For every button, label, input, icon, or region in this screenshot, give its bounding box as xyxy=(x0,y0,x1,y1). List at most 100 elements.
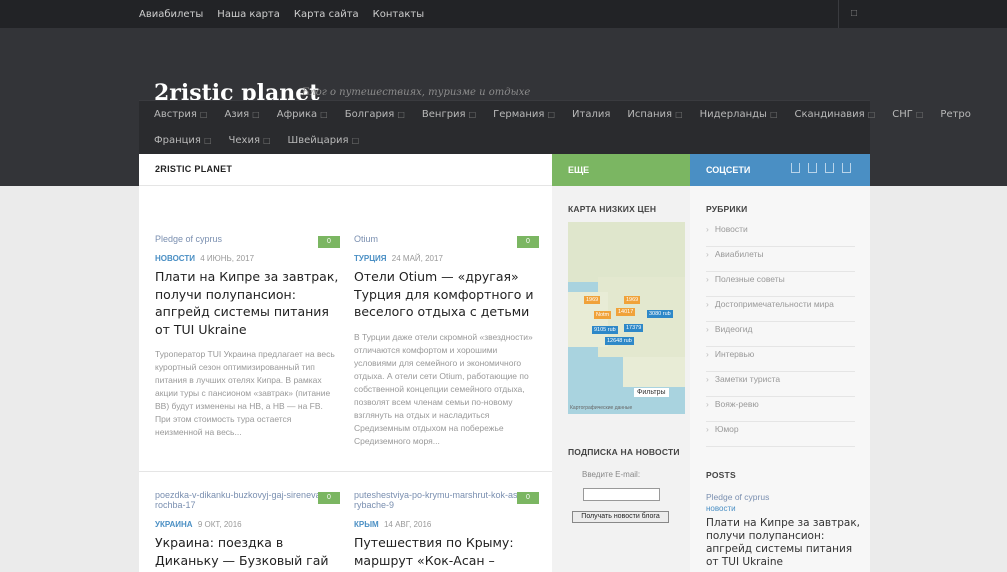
social-icons xyxy=(791,163,859,173)
nav-item-italy[interactable]: Италия xyxy=(572,109,610,120)
rubric-link[interactable]: Юмор xyxy=(706,422,855,447)
sidebar-post-category[interactable]: новости xyxy=(706,504,861,513)
social-icon[interactable] xyxy=(808,163,817,173)
post-date: 24 МАЙ, 2017 xyxy=(391,254,443,263)
map-price-pin[interactable]: Notm xyxy=(594,311,612,319)
map-price-pin[interactable]: 9105 rub xyxy=(592,326,618,334)
rubric-link[interactable]: Видеогид xyxy=(706,322,855,347)
caret-icon: □ xyxy=(675,110,683,119)
map-price-pin[interactable]: 3080 rub xyxy=(647,310,673,318)
post-category[interactable]: УКРАИНА xyxy=(155,520,193,529)
top-navigation: Авиабилеты Наша карта Карта сайта Контак… xyxy=(139,0,438,28)
posts-widget-title: POSTS xyxy=(706,470,736,480)
nav-item-label: Испания xyxy=(627,109,673,120)
comment-count-badge[interactable]: 0 xyxy=(318,492,340,504)
nav-item-retro[interactable]: Ретро xyxy=(940,109,970,120)
post-meta: НОВОСТИ 4 ИЮНЬ, 2017 xyxy=(155,254,340,263)
rubric-link[interactable]: Авиабилеты xyxy=(706,247,855,272)
post-title[interactable]: Украина: поездка в Диканьку — Бузковый г… xyxy=(155,534,340,569)
nav-item-label: Болгария xyxy=(344,109,395,120)
rubric-link[interactable]: Интервью xyxy=(706,347,855,372)
nav-item-netherlands[interactable]: Нидерланды □ xyxy=(700,109,778,120)
nav-item-label: Италия xyxy=(572,109,611,120)
nav-item-label: Африка xyxy=(276,109,318,120)
post-category[interactable]: ТУРЦИЯ xyxy=(354,254,387,263)
post-card: Otium 0 ТУРЦИЯ 24 МАЙ, 2017 Отели Otium … xyxy=(354,234,539,448)
post-card: puteshestviya-po-krymu-marshrut-kok-asan… xyxy=(354,490,539,569)
map-price-pin[interactable]: 14017 xyxy=(616,308,636,316)
post-row-divider xyxy=(139,471,552,472)
nav-item-hungary[interactable]: Венгрия □ xyxy=(422,109,476,120)
main-nav-row-2: Франция □ Чехия □ Швейцария □ xyxy=(154,135,376,146)
post-meta: КРЫМ 14 АВГ, 2016 xyxy=(354,520,539,529)
nav-item-austria[interactable]: Австрия □ xyxy=(154,109,207,120)
top-bar-divider xyxy=(838,0,839,28)
top-nav-link-sitemap[interactable]: Карта сайта xyxy=(294,9,359,20)
post-title[interactable]: Отели Otium — «другая» Турция для комфор… xyxy=(354,268,539,321)
more-sidebar: ЕЩЕ КАРТА НИЗКИХ ЦЕН 1969 1969 Notm 1401… xyxy=(552,154,690,572)
social-heading: СОЦСЕТИ xyxy=(706,165,751,175)
map-price-pin[interactable]: 1969 xyxy=(624,296,641,304)
comment-count-badge[interactable]: 0 xyxy=(318,236,340,248)
post-image-alt: poezdka-v-dikanku-buzkovyj-gaj-sirenevay… xyxy=(155,490,334,510)
sidebar-post-image[interactable]: Pledge of cyprus xyxy=(706,492,861,502)
top-nav-link-contacts[interactable]: Контакты xyxy=(373,9,424,20)
subscribe-button[interactable]: Получать новости блога xyxy=(572,511,669,523)
post-category[interactable]: НОВОСТИ xyxy=(155,254,195,263)
nav-item-label: СНГ xyxy=(892,109,913,120)
post-thumbnail[interactable]: puteshestviya-po-krymu-marshrut-kok-asan… xyxy=(354,490,539,514)
nav-item-spain[interactable]: Испания □ xyxy=(627,109,682,120)
top-nav-link-our-map[interactable]: Наша карта xyxy=(217,9,280,20)
map-land xyxy=(568,222,685,282)
post-image-alt: puteshestviya-po-krymu-marshrut-kok-asan… xyxy=(354,490,531,510)
caret-icon: □ xyxy=(203,136,212,145)
main-content: 2RISTIC PLANET Pledge of cyprus 0 НОВОСТ… xyxy=(139,154,552,572)
nav-item-france[interactable]: Франция □ xyxy=(154,135,212,146)
post-category[interactable]: КРЫМ xyxy=(354,520,379,529)
rubric-link[interactable]: Вояж-ревю xyxy=(706,397,855,422)
map-price-pin[interactable]: 1969 xyxy=(584,296,601,304)
search-icon[interactable]: □ xyxy=(851,8,857,19)
nav-item-asia[interactable]: Азия □ xyxy=(224,109,259,120)
content-heading: 2RISTIC PLANET xyxy=(139,154,552,186)
nav-item-czech[interactable]: Чехия □ xyxy=(229,135,271,146)
social-icon[interactable] xyxy=(825,163,834,173)
post-date: 4 ИЮНЬ, 2017 xyxy=(200,254,255,263)
nav-item-label: Швейцария xyxy=(287,135,349,146)
sidebar-post-title[interactable]: Плати на Кипре за завтрак, получи полупа… xyxy=(706,517,861,569)
nav-item-bulgaria[interactable]: Болгария □ xyxy=(345,109,405,120)
nav-item-label: Венгрия xyxy=(421,109,466,120)
social-icon[interactable] xyxy=(791,163,800,173)
map-price-pin[interactable]: 17379 xyxy=(624,324,644,332)
email-field[interactable] xyxy=(583,488,660,501)
nav-item-scandinavia[interactable]: Скандинавия □ xyxy=(795,109,876,120)
comment-count-badge[interactable]: 0 xyxy=(517,236,539,248)
nav-item-label: Австрия xyxy=(154,109,197,120)
low-prices-map[interactable]: 1969 1969 Notm 14017 3080 rub 9105 rub 1… xyxy=(568,222,685,414)
subscribe-widget-title: ПОДПИСКА НА НОВОСТИ xyxy=(568,447,680,457)
nav-item-germany[interactable]: Германия □ xyxy=(493,109,555,120)
post-thumbnail[interactable]: Pledge of cyprus 0 xyxy=(155,234,340,248)
post-meta: УКРАИНА 9 ОКТ, 2016 xyxy=(155,520,340,529)
rubric-link[interactable]: Полезные советы xyxy=(706,272,855,297)
nav-item-africa[interactable]: Африка □ xyxy=(277,109,328,120)
map-widget-title: КАРТА НИЗКИХ ЦЕН xyxy=(568,204,657,214)
map-price-pin[interactable]: 12648 rub xyxy=(605,337,634,345)
caret-icon: □ xyxy=(351,136,360,145)
rubric-link[interactable]: Новости xyxy=(706,222,855,247)
post-thumbnail[interactable]: poezdka-v-dikanku-buzkovyj-gaj-sirenevay… xyxy=(155,490,340,514)
nav-item-cis[interactable]: СНГ □ xyxy=(892,109,923,120)
social-icon[interactable] xyxy=(842,163,851,173)
post-title[interactable]: Путешествия по Крыму: маршрут «Кок-Асан … xyxy=(354,534,539,569)
map-filter-button[interactable]: Фильтры xyxy=(634,388,669,397)
post-title[interactable]: Плати на Кипре за завтрак, получи полупа… xyxy=(155,268,340,338)
caret-icon: □ xyxy=(547,110,556,119)
rubric-link[interactable]: Заметки туриста xyxy=(706,372,855,397)
post-excerpt: Туроператор TUI Украина предлагает на ве… xyxy=(155,349,335,437)
nav-item-label: Скандинавия xyxy=(794,109,865,120)
top-nav-link-flights[interactable]: Авиабилеты xyxy=(139,9,203,20)
rubric-link[interactable]: Достопримечательности мира xyxy=(706,297,855,322)
nav-item-switzerland[interactable]: Швейцария □ xyxy=(288,135,360,146)
post-thumbnail[interactable]: Otium 0 xyxy=(354,234,539,248)
comment-count-badge[interactable]: 0 xyxy=(517,492,539,504)
